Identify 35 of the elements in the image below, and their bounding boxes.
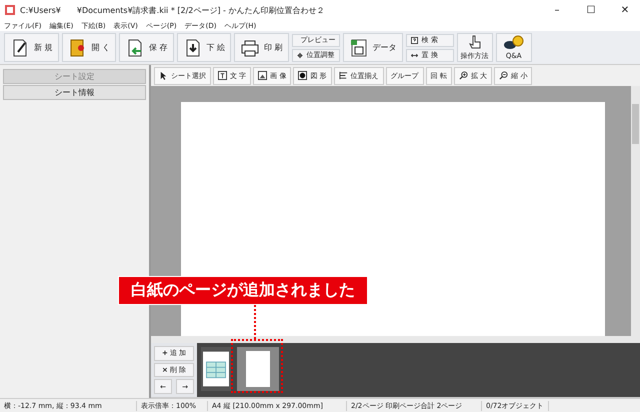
move-cross-icon xyxy=(296,52,303,58)
toolbar-button[interactable]: 新 規 xyxy=(4,33,59,62)
toolbar-button[interactable]: 下 絵 xyxy=(176,33,232,62)
shape-icon xyxy=(298,71,308,80)
minimize-button[interactable]: – xyxy=(542,4,572,16)
close-button[interactable]: ✕ xyxy=(610,4,640,16)
toolbar-button[interactable]: 開 く xyxy=(62,33,116,62)
text-icon xyxy=(218,71,227,80)
zoom-in-icon xyxy=(458,71,468,80)
image-icon xyxy=(258,71,268,80)
speech-bubble-icon xyxy=(502,35,525,51)
align-icon xyxy=(338,71,348,80)
sidebar-tab[interactable]: シート情報 xyxy=(3,85,146,100)
maximize-button[interactable]: ☐ xyxy=(576,4,606,16)
toolbar-button[interactable]: 印 刷 xyxy=(234,33,289,62)
zoom-out-icon xyxy=(499,71,508,80)
document-thumbnail-drawing xyxy=(203,351,229,387)
toolbar-button[interactable]: 保 存 xyxy=(119,33,174,62)
vertical-scrollbar[interactable] xyxy=(631,86,640,336)
app-icon xyxy=(4,4,16,16)
toolbar-button[interactable]: データ xyxy=(342,33,403,62)
window-title: C:¥Users¥ ¥Documents¥請求書.kii * [2/2ページ] - かんたん印刷位置合わせ２ xyxy=(20,4,326,16)
blank-thumbnail xyxy=(246,351,270,387)
leader-line xyxy=(254,305,256,339)
pointer-icon xyxy=(159,71,168,80)
spreadsheet-icon xyxy=(348,38,369,58)
horizontal-scrollbar[interactable] xyxy=(151,336,640,343)
page-thumbnail[interactable] xyxy=(201,347,231,391)
hand-pointer-icon xyxy=(466,34,483,50)
page-thumbnail[interactable] xyxy=(237,347,279,391)
question-icon xyxy=(410,36,418,44)
highlight-frame xyxy=(231,339,283,393)
swap-arrow-icon xyxy=(410,52,418,58)
printer-icon xyxy=(240,38,260,58)
callout-banner: 白紙のページが追加されました xyxy=(118,276,368,305)
